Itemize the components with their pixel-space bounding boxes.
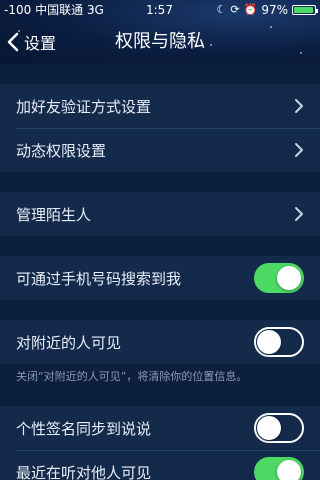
lock-rotation-icon: ⟳ <box>230 3 240 16</box>
row-label: 加好友验证方式设置 <box>16 97 152 116</box>
battery-icon <box>292 5 318 15</box>
feed-permission-settings-row[interactable]: 动态权限设置 <box>0 128 320 172</box>
row-label: 个性签名同步到说说 <box>16 419 152 438</box>
nearby-visible-row: 对附近的人可见 <box>0 320 320 364</box>
nearby-note-text: 关闭“对附近的人可见”，将清除你的位置信息。 <box>0 364 320 406</box>
nearby-visible-toggle[interactable] <box>254 327 304 357</box>
header: -100 中国联通 3G 1:57 ☾ ⟳ ⏰ 97% 设置 权限与隐私 <box>0 0 320 64</box>
friend-verification-settings-row[interactable]: 加好友验证方式设置 <box>0 84 320 128</box>
settings-group-friends: 加好友验证方式设置 动态权限设置 <box>0 84 320 172</box>
status-bar: -100 中国联通 3G 1:57 ☾ ⟳ ⏰ 97% <box>0 0 320 20</box>
now-listening-visible-toggle[interactable] <box>254 457 304 480</box>
phone-search-row: 可通过手机号码搜索到我 <box>0 256 320 300</box>
battery-percent: 97% <box>261 3 288 17</box>
signal-strength: -100 <box>4 3 32 17</box>
signature-sync-toggle[interactable] <box>254 413 304 443</box>
settings-group-nearby: 对附近的人可见 <box>0 320 320 364</box>
toggle-knob <box>257 416 281 440</box>
phone-search-toggle[interactable] <box>254 263 304 293</box>
settings-group-sharing: 个性签名同步到说说 最近在听对他人可见 <box>0 406 320 480</box>
alarm-icon: ⏰ <box>243 3 258 16</box>
row-label: 管理陌生人 <box>16 205 92 224</box>
settings-group-strangers: 管理陌生人 <box>0 192 320 236</box>
section-gap <box>0 300 320 320</box>
signature-sync-row: 个性签名同步到说说 <box>0 406 320 450</box>
battery-fill <box>294 7 314 13</box>
manage-strangers-row[interactable]: 管理陌生人 <box>0 192 320 236</box>
page-title: 权限与隐私 <box>115 31 205 52</box>
toggle-knob <box>277 460 301 480</box>
chevron-right-icon <box>295 143 303 157</box>
settings-list: 加好友验证方式设置 动态权限设置 管理陌生人 可通过手机号码搜索到我 对附近的人… <box>0 64 320 480</box>
moon-icon: ☾ <box>216 3 227 16</box>
status-right: ☾ ⟳ ⏰ 97% <box>216 0 318 20</box>
row-label: 动态权限设置 <box>16 141 107 160</box>
row-label: 对附近的人可见 <box>16 333 122 352</box>
section-gap <box>0 172 320 192</box>
section-gap <box>0 64 320 84</box>
toggle-knob <box>257 330 281 354</box>
toggle-knob <box>277 266 301 290</box>
carrier-name: 中国联通 <box>35 3 84 17</box>
settings-group-phone-search: 可通过手机号码搜索到我 <box>0 256 320 300</box>
network-type: 3G <box>86 3 104 17</box>
navigation-bar: 设置 权限与隐私 <box>0 20 320 64</box>
chevron-right-icon <box>295 99 303 113</box>
row-label: 可通过手机号码搜索到我 <box>16 269 182 288</box>
status-left: -100 中国联通 3G <box>4 0 104 20</box>
chevron-right-icon <box>295 207 303 221</box>
status-time: 1:57 <box>146 3 173 17</box>
row-label: 最近在听对他人可见 <box>16 463 152 480</box>
now-listening-visible-row: 最近在听对他人可见 <box>0 450 320 480</box>
section-gap <box>0 236 320 256</box>
